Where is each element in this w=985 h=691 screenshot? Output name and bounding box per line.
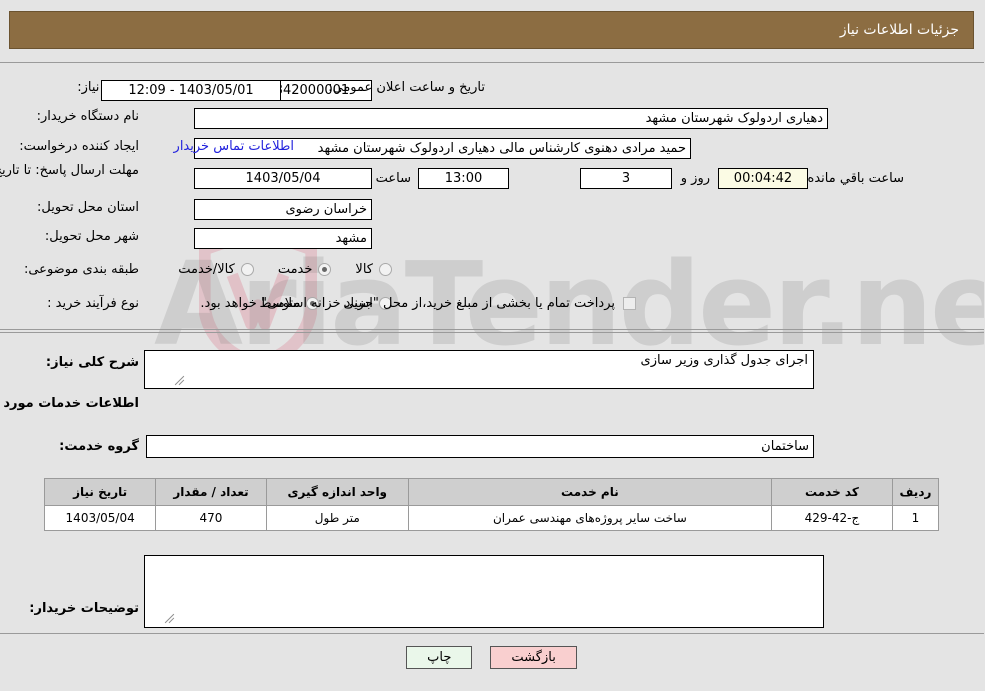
buyer-notes-textarea[interactable] (145, 555, 825, 628)
treasury-bond-row: پرداخت تمام یا بخشی از مبلغ خرید،از محل … (201, 296, 637, 311)
category-option-kala[interactable]: کالا (354, 262, 393, 277)
col-radif: ردیف (892, 478, 941, 506)
page-title: جزئیات اطلاعات نیاز (840, 22, 960, 38)
cell-need-date: 1403/05/04 (44, 505, 158, 531)
cell-service-name: ساخت سایر پروژه‌های مهندسی عمران (408, 505, 773, 531)
treasury-bond-text: پرداخت تمام یا بخشی از مبلغ خرید،از محل … (201, 296, 616, 311)
cell-quantity: 470 (156, 505, 268, 531)
resize-grip-icon[interactable] (175, 375, 186, 386)
print-button[interactable]: چاپ (407, 646, 474, 669)
deadline-date-field[interactable]: 1403/05/04 (195, 168, 373, 189)
buyer-contact-link[interactable]: اطلاعات تماس خریدار (175, 139, 295, 154)
category-label: طبقه بندی موضوعی: (24, 262, 140, 277)
city-label-wrap: شهر محل تحویل: (46, 229, 140, 244)
category-label-wrap: طبقه بندی موضوعی: (25, 262, 140, 277)
service-group-label-wrap: گروه خدمت: (60, 439, 140, 454)
table-row: 1 ج-42-429 ساخت سایر پروژه‌های مهندسی عم… (44, 505, 941, 531)
category-option-kala-label: کالا (356, 262, 374, 277)
category-option-khedmat-label: خدمت (278, 262, 314, 277)
creator-label: ایجاد کننده درخواست: (20, 139, 140, 154)
deadline-time-field[interactable]: 13:00 (419, 168, 510, 189)
col-need-date: تاریخ نیاز (44, 478, 158, 506)
buyer-org-label-wrap: نام دستگاه خریدار: (38, 109, 140, 124)
col-service-code: کد خدمت (771, 478, 894, 506)
radio-khedmat-icon[interactable] (319, 263, 333, 276)
services-table: ردیف کد خدمت نام خدمت واحد اندازه گیری ت… (44, 478, 941, 531)
cell-unit: متر طول (266, 505, 410, 531)
countdown-field: 00:04:42 (719, 168, 809, 189)
hour-label-wrap: ساعت (377, 168, 412, 189)
announce-datetime-label: تاریخ و ساعت اعلان عمومی: (329, 80, 486, 95)
general-desc-label: شرح کلی نیاز: (46, 355, 140, 370)
col-unit: واحد اندازه گیری (266, 478, 410, 506)
col-quantity: تعداد / مقدار (156, 478, 268, 506)
general-desc-textarea[interactable]: اجرای جدول گذاری وزیر سازی (145, 350, 815, 389)
service-group-label: گروه خدمت: (60, 439, 140, 454)
table-header-row: ردیف کد خدمت نام خدمت واحد اندازه گیری ت… (44, 478, 941, 506)
need-info-panel (0, 62, 985, 330)
announce-label-wrap: تاریخ و ساعت اعلان عمومی: (329, 80, 486, 95)
remaining-days-field[interactable]: 3 (581, 168, 673, 189)
deadline-label: مهلت ارسال پاسخ: تا تاریخ: (0, 163, 140, 178)
buyer-notes-label-wrap: توضیحات خریدار: (30, 601, 140, 616)
buyer-org-field[interactable]: دهیاری اردولوک شهرستان مشهد (195, 108, 829, 129)
services-heading-wrap: اطلاعات خدمات مورد نیاز (0, 396, 140, 411)
category-radio-group: کالا خدمت کالا/خدمت (177, 262, 393, 277)
province-label-wrap: استان محل تحویل: (38, 200, 140, 215)
city-label: شهر محل تحویل: (45, 229, 140, 244)
creator-label-wrap: ایجاد کننده درخواست: (20, 139, 140, 154)
cell-service-code: ج-42-429 (771, 505, 894, 531)
resize-grip-icon-2[interactable] (165, 613, 176, 624)
hour-label: ساعت (376, 171, 412, 186)
countdown-label-wrap: ساعت باقي مانده (809, 168, 905, 189)
radio-kala-khedmat-icon[interactable] (241, 263, 255, 276)
city-field[interactable]: مشهد (195, 228, 373, 249)
back-button[interactable]: بازگشت (491, 646, 578, 669)
process-type-label: نوع فرآیند خرید : (48, 296, 140, 311)
countdown-label: ساعت باقي مانده (808, 171, 905, 186)
category-option-khedmat[interactable]: خدمت (277, 262, 333, 277)
deadline-label-wrap: مهلت ارسال پاسخ: تا تاریخ: (0, 163, 140, 179)
col-service-name: نام خدمت (408, 478, 773, 506)
category-option-kala-khedmat[interactable]: کالا/خدمت (177, 262, 255, 277)
province-field[interactable]: خراسان رضوی (195, 199, 373, 220)
remaining-days-label: روز و (681, 171, 711, 186)
days-label-wrap: روز و (682, 168, 711, 189)
radio-kala-icon[interactable] (380, 263, 393, 276)
category-option-kala-khedmat-label: کالا/خدمت (179, 262, 236, 277)
service-group-field[interactable]: ساختمان (147, 435, 815, 458)
province-label: استان محل تحویل: (38, 200, 140, 215)
general-desc-label-wrap: شرح کلی نیاز: (47, 355, 140, 370)
action-button-bar: بازگشت چاپ (0, 646, 985, 669)
buyer-notes-label: توضیحات خریدار: (30, 601, 140, 616)
services-heading: اطلاعات خدمات مورد نیاز (0, 396, 140, 411)
buyer-org-label: نام دستگاه خریدار: (37, 109, 140, 124)
page-title-bar: جزئیات اطلاعات نیاز (10, 11, 975, 49)
contact-link-wrap: اطلاعات تماس خریدار (175, 139, 295, 154)
process-label-wrap: نوع فرآیند خرید : (48, 296, 140, 311)
announce-datetime-field[interactable]: 1403/05/01 - 12:09 (102, 80, 282, 101)
treasury-bond-checkbox[interactable] (624, 297, 637, 310)
cell-radif: 1 (892, 505, 941, 531)
